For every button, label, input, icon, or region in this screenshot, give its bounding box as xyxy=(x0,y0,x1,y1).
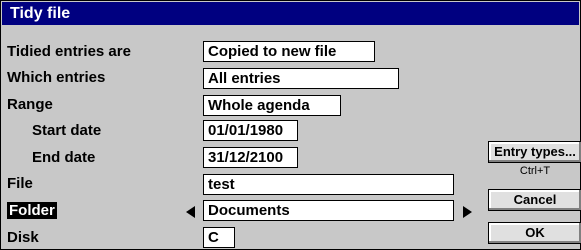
end-date-field[interactable]: 31/12/2100 xyxy=(203,147,298,168)
cancel-button[interactable]: Cancel xyxy=(488,189,581,211)
folder-label: Folder xyxy=(7,202,57,220)
ok-button[interactable]: OK xyxy=(488,222,581,244)
which-entries-field[interactable]: All entries xyxy=(203,68,399,89)
start-date-label: Start date xyxy=(32,122,102,139)
start-date-field[interactable]: 01/01/1980 xyxy=(203,120,298,141)
dialog-title: Tidy file xyxy=(2,2,579,25)
entry-types-shortcut: Ctrl+T xyxy=(519,165,551,177)
tidied-entries-field[interactable]: Copied to new file xyxy=(203,41,375,62)
file-name-field[interactable]: test xyxy=(203,174,454,195)
tidy-file-dialog: Tidy file Tidied entries are Copied to n… xyxy=(0,0,581,250)
range-field[interactable]: Whole agenda xyxy=(203,95,341,116)
entry-types-button[interactable]: Entry types... xyxy=(488,141,581,163)
folder-prev-arrow-icon[interactable] xyxy=(186,206,195,218)
folder-next-arrow-icon[interactable] xyxy=(463,206,472,218)
range-label: Range xyxy=(7,96,53,113)
tidied-entries-label: Tidied entries are xyxy=(7,43,131,60)
end-date-label: End date xyxy=(32,149,96,166)
disk-field[interactable]: C xyxy=(203,227,235,248)
folder-label-highlight: Folder xyxy=(7,202,57,219)
folder-field[interactable]: Documents xyxy=(203,200,454,221)
disk-label: Disk xyxy=(7,229,39,246)
which-entries-label: Which entries xyxy=(7,69,106,86)
file-label: File xyxy=(7,175,33,192)
